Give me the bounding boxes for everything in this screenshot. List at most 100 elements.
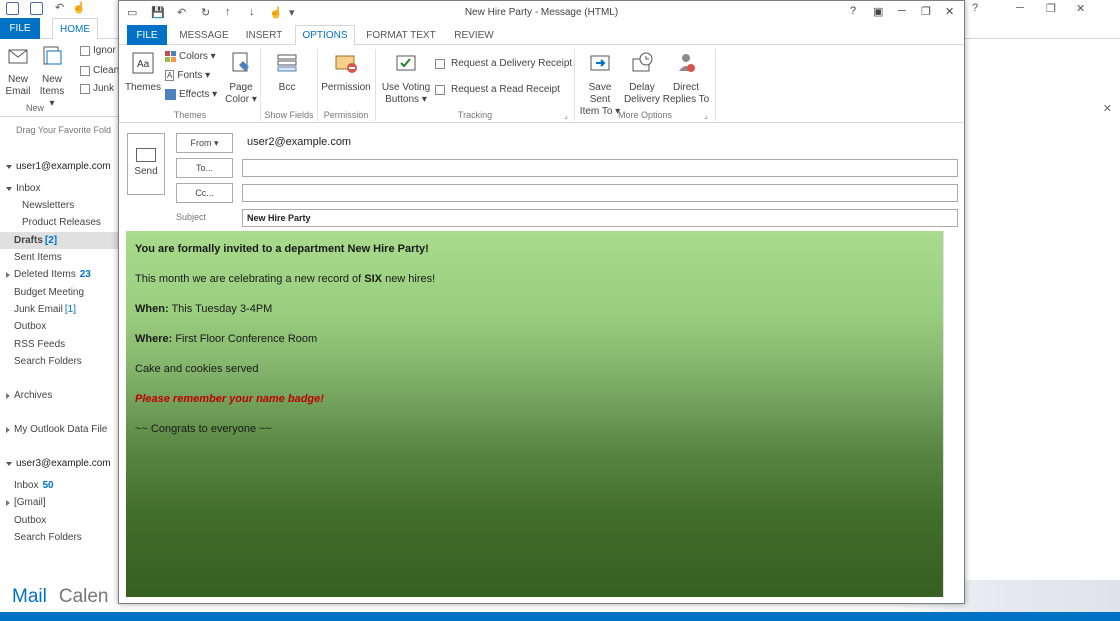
main-minimize-icon[interactable]: ─ [1016,2,1030,14]
new-email-button[interactable]: New Email [4,44,32,98]
main-tab-home[interactable]: HOME [52,18,98,40]
folder-outbox[interactable]: Outbox [0,318,120,335]
help-icon[interactable]: ? [850,5,856,17]
use-voting-label-1: Use Voting [381,82,431,93]
close-icon[interactable]: ✕ [945,5,954,18]
folder-budget-meeting[interactable]: Budget Meeting [0,284,120,301]
main-close-icon[interactable]: ✕ [1076,2,1090,15]
new-items-button[interactable]: New Items ▾ [36,44,68,110]
body-line-congrats: ~~ Congrats to everyone ~~ [135,423,272,435]
tab-review[interactable]: REVIEW [445,25,503,45]
cc-field[interactable] [242,184,958,202]
account-header-1[interactable]: user1@example.com [0,158,120,175]
nav-mail[interactable]: Mail [12,586,47,608]
use-voting-buttons-button[interactable]: Use Voting Buttons ▾ [379,51,433,106]
ignore-label: Ignor [93,45,116,56]
permission-button[interactable]: Permission [319,51,373,94]
from-button[interactable]: From ▾ [176,133,233,153]
colors-button[interactable]: Colors ▾ [165,51,216,62]
direct-replies-label-1: Direct [672,82,700,93]
folder-junk-email[interactable]: Junk Email [1] [0,301,120,318]
page-color-label-2: Color ▾ [225,94,257,105]
send-icon [136,148,156,162]
junk-count: [1] [64,304,77,315]
use-voting-label-2: Buttons ▾ [385,94,427,105]
folder-archives-label: Archives [14,390,53,401]
tab-message[interactable]: MESSAGE [177,25,231,45]
ignore-button[interactable]: Ignor [80,45,116,56]
delay-delivery-button[interactable]: Delay Delivery [623,51,661,106]
touch-mode-icon[interactable]: ☝ [72,1,86,14]
message-header: Send From ▾ user2@example.com To... Cc..… [119,123,964,229]
more-options-dialog-launcher-icon[interactable]: ⌟ [704,111,708,120]
main-restore-icon[interactable]: ❐ [1046,2,1060,15]
folder-rss-feeds[interactable]: RSS Feeds [0,336,120,353]
body-line-when: When: This Tuesday 3-4PM [135,303,272,315]
to-button[interactable]: To... [176,158,233,178]
request-read-receipt-checkbox[interactable]: Request a Read Receipt [435,84,560,95]
folder-archives[interactable]: Archives [0,387,120,404]
show-fields-group-label: Show Fields [264,110,314,120]
folder-newsletters[interactable]: Newsletters [0,197,120,214]
request-delivery-receipt-checkbox[interactable]: Request a Delivery Receipt [435,58,572,69]
group-separator [715,49,716,121]
folder-deleted-items[interactable]: Deleted Items 23 [0,266,120,283]
folder-outbox-2[interactable]: Outbox [0,512,120,529]
folder-budget-meeting-label: Budget Meeting [14,287,85,298]
fonts-label: Fonts ▾ [177,70,211,81]
folder-sent-items[interactable]: Sent Items [0,249,120,266]
main-tab-file[interactable]: FILE [0,18,40,39]
bcc-button[interactable]: Bcc [269,51,305,94]
junk-icon [80,83,90,94]
folder-inbox-label: Inbox [16,183,41,194]
save-sent-item-button[interactable]: Save Sent Item To ▾ [577,51,623,118]
send-button[interactable]: Send [127,133,165,195]
body-scrollbar[interactable] [943,231,958,597]
folder-product-releases[interactable]: Product Releases [0,214,120,231]
drafts-count: [2] [44,235,58,246]
message-body[interactable]: You are formally invited to a department… [126,231,943,597]
page-color-button[interactable]: Page Color ▾ [223,51,259,106]
to-field[interactable] [242,159,958,177]
restore-icon[interactable]: ❐ [921,5,931,18]
folder-search-folders[interactable]: Search Folders [0,353,120,370]
undo-icon[interactable]: ↶ [55,1,64,14]
collapse-icon [6,164,12,169]
tab-format-text[interactable]: FORMAT TEXT [363,25,439,45]
effects-button[interactable]: Effects ▾ [165,89,217,100]
themes-button[interactable]: Aa Themes [123,51,163,94]
folder-my-outlook-data-file[interactable]: My Outlook Data File [0,421,120,438]
subject-field[interactable]: New Hire Party [242,209,958,227]
tab-options[interactable]: OPTIONS [295,25,355,46]
folder-drafts-label: Drafts [14,235,43,246]
ribbon-display-icon[interactable]: ▣ [873,5,883,18]
request-read-label: Request a Read Receipt [451,84,560,95]
bcc-label: Bcc [278,82,296,93]
folder-search-folders-2[interactable]: Search Folders [0,529,120,546]
folder-drafts[interactable]: Drafts [2] [0,232,120,249]
record-number: SIX [364,273,383,285]
clean-up-button[interactable]: Clean [80,65,119,76]
cc-button[interactable]: Cc... [176,183,233,203]
junk-button[interactable]: Junk [80,83,114,94]
direct-replies-button[interactable]: Direct Replies To [661,51,711,106]
folder-deleted-items-label: Deleted Items [14,269,76,280]
account-header-2[interactable]: user3@example.com [0,455,120,472]
save-sent-icon [590,55,610,71]
tab-file[interactable]: FILE [127,25,167,45]
clean-up-icon [80,65,90,76]
main-help-icon[interactable]: ? [972,2,986,14]
folder-gmail[interactable]: [Gmail] [0,494,120,511]
where-value: First Floor Conference Room [172,333,318,345]
tracking-dialog-launcher-icon[interactable]: ⌟ [564,111,568,120]
fonts-button[interactable]: A Fonts ▾ [165,70,210,81]
minimize-icon[interactable]: ─ [898,5,906,17]
folder-inbox-2[interactable]: Inbox 50 [0,477,120,494]
message-title-bar: ▭ 💾 ↶ ↻ ↑ ↓ ☝ ▾ New Hire Party - Message… [119,1,964,25]
pane-close-icon[interactable]: ✕ [1103,102,1112,115]
send-receive-icon[interactable] [30,2,43,15]
record-text-pre: This month we are celebrating a new reco… [135,273,365,285]
folder-inbox[interactable]: Inbox [0,180,120,197]
tab-insert[interactable]: INSERT [239,25,289,45]
nav-calendar[interactable]: Calen [59,586,109,608]
